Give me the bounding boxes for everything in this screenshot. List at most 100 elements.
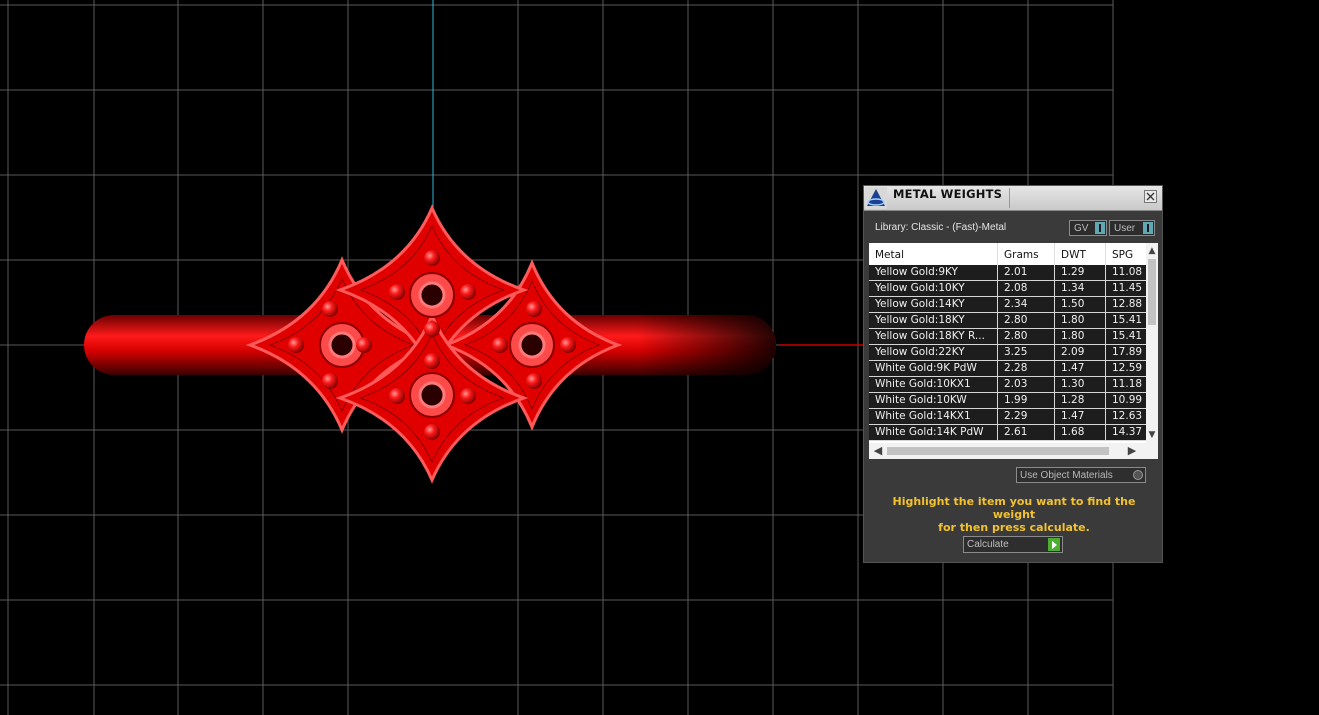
column-divider xyxy=(1105,281,1106,296)
cell-spg: 14.37 xyxy=(1112,426,1143,438)
cell-grams: 2.03 xyxy=(1004,378,1028,390)
scroll-right-icon[interactable]: ▶ xyxy=(1125,443,1139,459)
prong-ball xyxy=(288,337,304,353)
scroll-up-icon[interactable]: ▲ xyxy=(1146,245,1158,257)
app-logo-icon xyxy=(865,187,887,209)
cell-spg: 11.18 xyxy=(1112,378,1143,390)
column-divider xyxy=(1105,329,1106,344)
table-row[interactable]: Yellow Gold:14KY 2.34 1.50 12.88 xyxy=(869,297,1146,313)
cell-dwt: 1.34 xyxy=(1061,282,1085,294)
cell-spg: 15.41 xyxy=(1112,314,1143,326)
column-divider xyxy=(1054,265,1055,280)
gv-toggle[interactable]: GV xyxy=(1069,220,1107,236)
column-divider xyxy=(997,393,998,408)
stone-hole xyxy=(418,281,446,309)
cell-metal: Yellow Gold:18KY R... xyxy=(875,330,985,342)
column-divider[interactable] xyxy=(997,243,998,265)
stone-hole xyxy=(328,331,356,359)
cell-dwt: 1.80 xyxy=(1061,314,1085,326)
instruction-line: for then press calculate. xyxy=(938,521,1090,534)
prong-ball xyxy=(424,424,440,440)
table-row[interactable]: Yellow Gold:10KY 2.08 1.34 11.45 xyxy=(869,281,1146,297)
scroll-thumb[interactable] xyxy=(887,447,1109,455)
column-header-grams[interactable]: Grams xyxy=(1004,249,1039,261)
library-label: Library: Classic - (Fast)-Metal xyxy=(875,222,1007,233)
instruction-line: Highlight the item you want to find the … xyxy=(892,495,1136,521)
prong-ball xyxy=(322,373,338,389)
cell-dwt: 1.50 xyxy=(1061,298,1085,310)
table-row[interactable]: White Gold:9K PdW 2.28 1.47 12.59 xyxy=(869,361,1146,377)
column-divider xyxy=(997,265,998,280)
cell-metal: Yellow Gold:22KY xyxy=(875,346,965,358)
column-divider xyxy=(1054,409,1055,424)
table-row[interactable]: White Gold:14K PdW 2.61 1.68 14.37 xyxy=(869,425,1146,441)
column-divider xyxy=(1105,425,1106,440)
panel-titlebar[interactable]: METAL WEIGHTS xyxy=(864,186,1162,211)
horizontal-scrollbar[interactable]: ◀ ▶ xyxy=(869,443,1158,459)
column-divider xyxy=(1105,361,1106,376)
cell-metal: White Gold:14KX1 xyxy=(875,410,971,422)
table-row[interactable]: Yellow Gold:18KY R... 2.80 1.80 15.41 xyxy=(869,329,1146,345)
cell-spg: 12.88 xyxy=(1112,298,1143,310)
panel-title: METAL WEIGHTS xyxy=(893,187,1003,201)
cell-spg: 11.45 xyxy=(1112,282,1143,294)
user-toggle[interactable]: User xyxy=(1109,220,1155,236)
column-divider xyxy=(1105,377,1106,392)
column-divider xyxy=(1054,281,1055,296)
cell-metal: Yellow Gold:9KY xyxy=(875,266,958,278)
calculate-button[interactable]: Calculate xyxy=(963,536,1063,553)
prong-ball xyxy=(322,301,338,317)
column-divider xyxy=(1054,361,1055,376)
cell-metal: White Gold:14K PdW xyxy=(875,426,984,438)
calculate-label: Calculate xyxy=(967,539,1009,550)
prong-ball xyxy=(560,337,576,353)
cell-spg: 17.89 xyxy=(1112,346,1143,358)
close-button[interactable] xyxy=(1144,190,1157,203)
user-toggle-label: User xyxy=(1114,223,1136,234)
scroll-left-icon[interactable]: ◀ xyxy=(871,443,885,459)
ring-model[interactable] xyxy=(84,204,776,484)
prong-ball xyxy=(389,388,405,404)
cell-metal: Yellow Gold:10KY xyxy=(875,282,965,294)
cell-grams: 2.08 xyxy=(1004,282,1028,294)
prong-ball xyxy=(424,321,440,337)
column-divider xyxy=(1054,345,1055,360)
table-row[interactable]: White Gold:14KX1 2.29 1.47 12.63 xyxy=(869,409,1146,425)
table-row[interactable]: Yellow Gold:22KY 3.25 2.09 17.89 xyxy=(869,345,1146,361)
column-divider[interactable] xyxy=(1054,243,1055,265)
scroll-down-icon[interactable]: ▼ xyxy=(1146,429,1158,441)
prong-ball xyxy=(424,353,440,369)
cell-grams: 2.28 xyxy=(1004,362,1028,374)
table-row[interactable]: Yellow Gold:9KY 2.01 1.29 11.08 xyxy=(869,265,1146,281)
cell-dwt: 1.30 xyxy=(1061,378,1085,390)
column-divider xyxy=(1054,313,1055,328)
column-divider[interactable] xyxy=(1105,243,1106,265)
cell-grams: 2.80 xyxy=(1004,314,1028,326)
column-header-spg[interactable]: SPG xyxy=(1112,249,1133,261)
table-row[interactable]: White Gold:10KW 1.99 1.28 10.99 xyxy=(869,393,1146,409)
prong-ball xyxy=(389,284,405,300)
column-header-metal[interactable]: Metal xyxy=(875,249,904,261)
cell-metal: White Gold:10KW xyxy=(875,394,967,406)
titlebar-divider xyxy=(1009,188,1010,208)
table-header: Metal Grams DWT SPG xyxy=(869,243,1146,265)
scroll-thumb[interactable] xyxy=(1148,259,1156,325)
cell-grams: 1.99 xyxy=(1004,394,1028,406)
vertical-scrollbar[interactable]: ▲ ▼ xyxy=(1146,243,1158,443)
cell-grams: 2.29 xyxy=(1004,410,1028,422)
cell-spg: 15.41 xyxy=(1112,330,1143,342)
cell-grams: 2.01 xyxy=(1004,266,1028,278)
cell-dwt: 1.80 xyxy=(1061,330,1085,342)
close-icon xyxy=(1146,192,1155,201)
metal-table: Metal Grams DWT SPG Yellow Gold:9KY 2.01 1… xyxy=(869,243,1158,459)
table-row[interactable]: Yellow Gold:18KY 2.80 1.80 15.41 xyxy=(869,313,1146,329)
column-divider xyxy=(1105,313,1106,328)
column-header-dwt[interactable]: DWT xyxy=(1061,249,1086,261)
use-object-materials-toggle[interactable]: Use Object Materials xyxy=(1016,467,1146,483)
instruction-text: Highlight the item you want to find the … xyxy=(874,495,1154,534)
cell-metal: Yellow Gold:18KY xyxy=(875,314,965,326)
column-divider xyxy=(997,345,998,360)
table-row[interactable]: White Gold:10KX1 2.03 1.30 11.18 xyxy=(869,377,1146,393)
column-divider xyxy=(1054,425,1055,440)
toggle-switch-icon xyxy=(1143,222,1153,234)
